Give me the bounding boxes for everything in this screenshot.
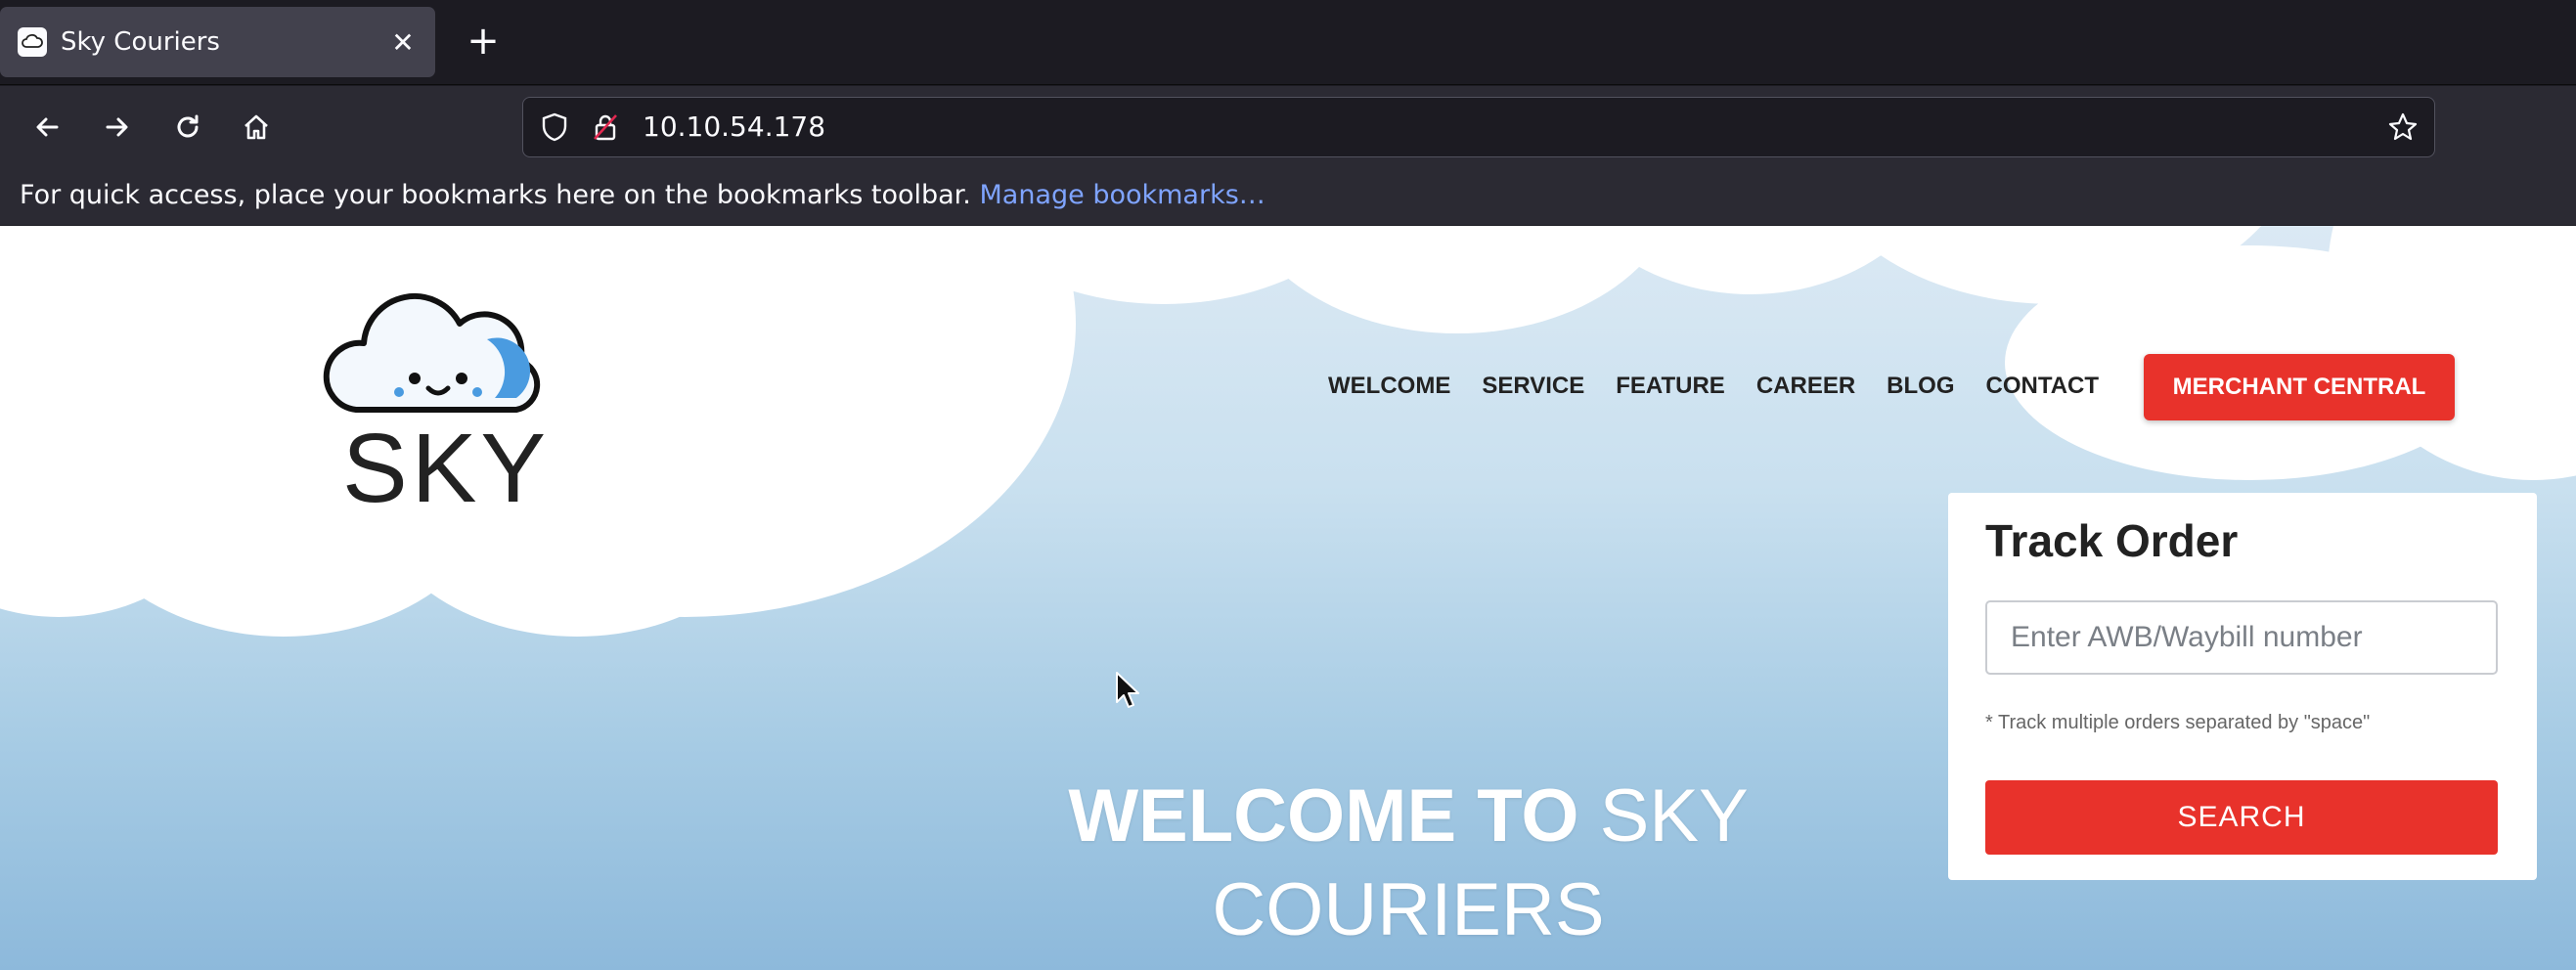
nav-feature[interactable]: FEATURE bbox=[1616, 373, 1725, 400]
track-note: * Track multiple orders separated by "sp… bbox=[1985, 712, 2371, 733]
nav-blog[interactable]: BLOG bbox=[1887, 373, 1954, 400]
web-page: SKY WELCOME SERVICE FEATURE CAREER BLOG … bbox=[0, 226, 2576, 970]
tab-strip: Sky Couriers ✕ + bbox=[0, 0, 2576, 85]
merchant-central-button[interactable]: MERCHANT CENTRAL bbox=[2144, 354, 2455, 420]
forward-button[interactable] bbox=[92, 102, 143, 153]
bookmarks-message: For quick access, place your bookmarks h… bbox=[20, 180, 971, 210]
logo-text: SKY bbox=[342, 414, 551, 523]
tab-close-icon[interactable]: ✕ bbox=[388, 26, 418, 59]
back-button[interactable] bbox=[22, 102, 72, 153]
home-icon bbox=[244, 114, 268, 140]
track-order-title: Track Order bbox=[1985, 515, 2239, 566]
browser-tab[interactable]: Sky Couriers ✕ bbox=[0, 7, 435, 77]
forward-arrow-icon bbox=[106, 117, 128, 137]
track-order-card: Track Order * Track multiple orders sepa… bbox=[1948, 493, 2537, 880]
site-favicon-icon bbox=[18, 27, 47, 57]
nav-contact[interactable]: CONTACT bbox=[1986, 373, 2100, 400]
navigation-toolbar: 10.10.54.178 bbox=[0, 86, 2576, 168]
main-navigation: WELCOME SERVICE FEATURE CAREER BLOG CONT… bbox=[1328, 373, 2099, 400]
url-text[interactable]: 10.10.54.178 bbox=[643, 98, 825, 156]
tab-title: Sky Couriers bbox=[61, 27, 220, 57]
reload-icon bbox=[177, 114, 199, 138]
insecure-lock-icon[interactable] bbox=[590, 111, 621, 143]
address-bar[interactable]: 10.10.54.178 bbox=[522, 97, 2435, 157]
home-button[interactable] bbox=[231, 102, 282, 153]
new-tab-button[interactable]: + bbox=[458, 17, 509, 67]
bookmarks-toolbar: For quick access, place your bookmarks h… bbox=[0, 168, 2576, 225]
reload-button[interactable] bbox=[162, 102, 213, 153]
search-button[interactable]: SEARCH bbox=[1985, 780, 2498, 855]
nav-service[interactable]: SERVICE bbox=[1482, 373, 1584, 400]
mouse-cursor-icon bbox=[1116, 672, 1139, 708]
bookmark-star-icon[interactable] bbox=[2387, 111, 2419, 143]
shield-icon[interactable] bbox=[539, 111, 570, 143]
manage-bookmarks-link[interactable]: Manage bookmarks… bbox=[979, 180, 1265, 210]
awb-number-input[interactable] bbox=[1985, 600, 2498, 675]
hero-heading: WELCOME TO SKY COURIERS bbox=[919, 770, 1897, 957]
nav-career[interactable]: CAREER bbox=[1756, 373, 1855, 400]
nav-welcome[interactable]: WELCOME bbox=[1328, 373, 1450, 400]
hero-heading-bold: WELCOME TO bbox=[1068, 774, 1579, 858]
back-arrow-icon bbox=[36, 117, 59, 137]
